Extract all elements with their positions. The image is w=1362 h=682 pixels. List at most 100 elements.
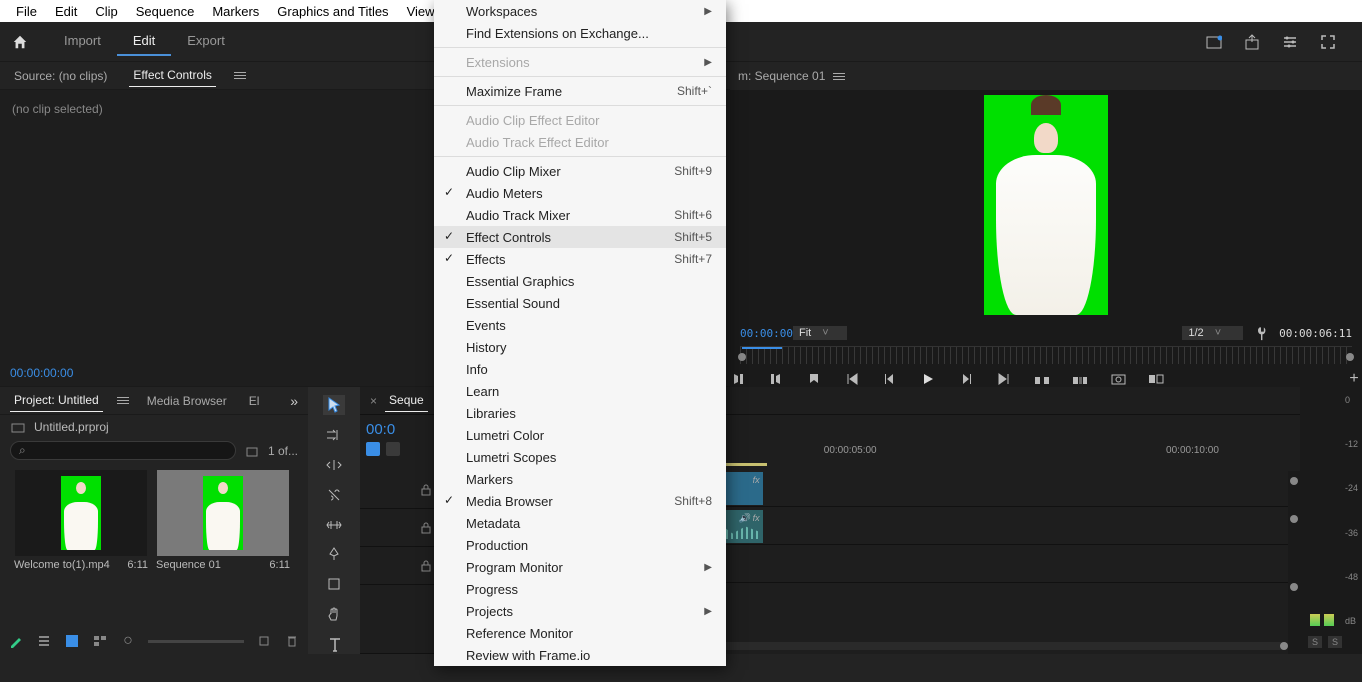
play-icon[interactable]: [920, 371, 936, 387]
menu-item-progress[interactable]: Progress: [434, 578, 726, 600]
program-viewer[interactable]: [730, 90, 1362, 320]
menu-item-lumetri-scopes[interactable]: Lumetri Scopes: [434, 446, 726, 468]
menu-markers[interactable]: Markers: [204, 2, 267, 21]
go-to-in-icon[interactable]: [844, 371, 860, 387]
ws-tab-export[interactable]: Export: [171, 27, 241, 56]
solo-l[interactable]: S: [1308, 636, 1322, 648]
lock-icon[interactable]: [418, 482, 434, 498]
bin-icon[interactable]: [10, 419, 26, 435]
new-item-icon[interactable]: [256, 633, 272, 649]
sequence-tab[interactable]: Seque: [385, 389, 428, 412]
menu-item-program-monitor[interactable]: Program Monitor▶: [434, 556, 726, 578]
program-tc-right: 00:00:06:11: [1279, 327, 1352, 340]
ripple-edit-tool-icon[interactable]: [323, 455, 345, 475]
new-bin-icon[interactable]: [244, 443, 260, 459]
zoom-fit-select[interactable]: Fit ˅: [793, 326, 847, 340]
pen-tool-icon[interactable]: [323, 544, 345, 564]
menu-item-review-with-frame-io[interactable]: Review with Frame.io: [434, 644, 726, 666]
menu-sequence[interactable]: Sequence: [128, 2, 203, 21]
menu-item-workspaces[interactable]: Workspaces▶: [434, 0, 726, 22]
menu-item-events[interactable]: Events: [434, 314, 726, 336]
marker-icon[interactable]: [806, 371, 822, 387]
hand-tool-icon[interactable]: [323, 604, 345, 624]
solo-r[interactable]: S: [1328, 636, 1342, 648]
zoom-slider-icon[interactable]: ○: [120, 633, 136, 649]
menu-item-effects[interactable]: ✓EffectsShift+7: [434, 248, 726, 270]
menu-clip[interactable]: Clip: [87, 2, 125, 21]
panel-menu-icon[interactable]: [833, 73, 845, 80]
menu-item-audio-meters[interactable]: ✓Audio Meters: [434, 182, 726, 204]
menu-item-libraries[interactable]: Libraries: [434, 402, 726, 424]
project-tab[interactable]: Project: Untitled: [10, 389, 103, 412]
menu-item-metadata[interactable]: Metadata: [434, 512, 726, 534]
lift-icon[interactable]: [1034, 371, 1050, 387]
go-to-out-icon[interactable]: [996, 371, 1012, 387]
menu-item-history[interactable]: History: [434, 336, 726, 358]
tool-palette: [308, 387, 360, 654]
step-fwd-icon[interactable]: [958, 371, 974, 387]
trash-icon[interactable]: [284, 633, 300, 649]
menu-item-projects[interactable]: Projects▶: [434, 600, 726, 622]
selection-tool-icon[interactable]: [323, 395, 345, 415]
media-browser-tab[interactable]: Media Browser: [143, 390, 231, 412]
mark-out-icon[interactable]: [768, 371, 784, 387]
program-ruler[interactable]: [740, 346, 1352, 364]
freeform-view-icon[interactable]: [92, 633, 108, 649]
menu-item-info[interactable]: Info: [434, 358, 726, 380]
menu-item-essential-graphics[interactable]: Essential Graphics: [434, 270, 726, 292]
mark-in-icon[interactable]: [730, 371, 746, 387]
lock-icon[interactable]: [418, 558, 434, 574]
project-item[interactable]: Welcome to(1).mp46:11: [12, 470, 150, 574]
quick-export-icon[interactable]: [1206, 34, 1222, 50]
project-item[interactable]: Sequence 016:11: [154, 470, 292, 574]
settings-icon[interactable]: [1282, 34, 1298, 50]
search-input[interactable]: ⌕: [10, 441, 236, 460]
menu-edit[interactable]: Edit: [47, 2, 85, 21]
overflow-tab[interactable]: El: [245, 390, 264, 412]
source-tab[interactable]: Source: (no clips): [10, 65, 111, 87]
type-tool-icon[interactable]: [323, 634, 345, 654]
export-icon[interactable]: [1244, 34, 1260, 50]
lock-icon[interactable]: [418, 520, 434, 536]
menu-item-media-browser[interactable]: ✓Media BrowserShift+8: [434, 490, 726, 512]
ws-tab-import[interactable]: Import: [48, 27, 117, 56]
razor-tool-icon[interactable]: [323, 485, 345, 505]
fullscreen-icon[interactable]: [1320, 34, 1336, 50]
slip-tool-icon[interactable]: [323, 515, 345, 535]
menu-item-maximize-frame[interactable]: Maximize FrameShift+`: [434, 80, 726, 102]
effect-controls-tab[interactable]: Effect Controls: [129, 64, 215, 87]
comparison-icon[interactable]: [1148, 371, 1164, 387]
add-button-icon[interactable]: +: [1346, 371, 1362, 387]
menu-item-effect-controls[interactable]: ✓Effect ControlsShift+5: [434, 226, 726, 248]
step-back-icon[interactable]: [882, 371, 898, 387]
list-view-icon[interactable]: [36, 633, 52, 649]
panel-menu-icon[interactable]: [117, 397, 129, 404]
menu-item-lumetri-color[interactable]: Lumetri Color: [434, 424, 726, 446]
program-tc-left[interactable]: 00:00:00: [740, 327, 793, 340]
settings-wrench-icon[interactable]: [1250, 322, 1273, 345]
pen-icon[interactable]: [8, 633, 24, 649]
menu-item-learn[interactable]: Learn: [434, 380, 726, 402]
home-icon[interactable]: [12, 34, 28, 50]
window-menu-dropdown[interactable]: Workspaces▶Find Extensions on Exchange..…: [434, 0, 726, 666]
menu-item-markers[interactable]: Markers: [434, 468, 726, 490]
ws-tab-edit[interactable]: Edit: [117, 27, 171, 56]
menu-item-find-extensions-on-exchange-[interactable]: Find Extensions on Exchange...: [434, 22, 726, 44]
menu-graphics-and-titles[interactable]: Graphics and Titles: [269, 2, 396, 21]
track-select-tool-icon[interactable]: [323, 425, 345, 445]
extract-icon[interactable]: [1072, 371, 1088, 387]
overflow-icon[interactable]: »: [290, 393, 298, 409]
rectangle-tool-icon[interactable]: [323, 574, 345, 594]
resolution-select[interactable]: 1/2 ˅: [1182, 326, 1243, 340]
panel-menu-icon[interactable]: [234, 72, 246, 79]
menu-item-audio-track-mixer[interactable]: Audio Track MixerShift+6: [434, 204, 726, 226]
linked-toggle[interactable]: [386, 442, 400, 456]
menu-item-audio-clip-mixer[interactable]: Audio Clip MixerShift+9: [434, 160, 726, 182]
menu-item-reference-monitor[interactable]: Reference Monitor: [434, 622, 726, 644]
menu-item-essential-sound[interactable]: Essential Sound: [434, 292, 726, 314]
menu-file[interactable]: File: [8, 2, 45, 21]
export-frame-icon[interactable]: [1110, 371, 1126, 387]
snap-toggle[interactable]: [366, 442, 380, 456]
menu-item-production[interactable]: Production: [434, 534, 726, 556]
icon-view-icon[interactable]: [64, 633, 80, 649]
